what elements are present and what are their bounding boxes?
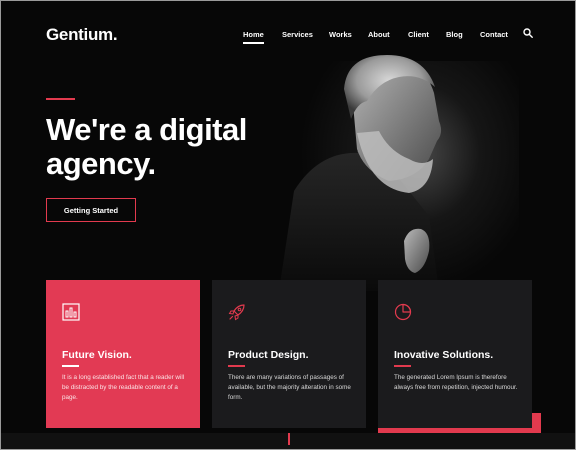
pie-chart-icon — [394, 303, 412, 321]
card-text: It is a long established fact that a rea… — [62, 374, 185, 401]
card-text: There are many variations of passages of… — [228, 374, 351, 401]
card-divider — [394, 365, 411, 367]
feature-card-product-design[interactable]: Product Design. There are many variation… — [212, 280, 366, 428]
card-title: Product Design. — [228, 349, 309, 361]
getting-started-button[interactable]: Getting Started — [46, 198, 136, 222]
nav-item-contact[interactable]: Contact — [480, 30, 508, 39]
bar-chart-icon — [62, 303, 80, 321]
feature-card-future-vision[interactable]: Future Vision. It is a long established … — [46, 280, 200, 428]
card-divider — [228, 365, 245, 367]
scroll-marker — [288, 433, 290, 445]
search-icon[interactable] — [523, 28, 533, 38]
feature-card-inovative-solutions[interactable]: Inovative Solutions. The generated Lorem… — [378, 280, 532, 428]
nav-item-services[interactable]: Services — [282, 30, 313, 39]
card-text: The generated Lorem Ipsum is therefore a… — [394, 374, 518, 391]
hero-title: We're a digital agency. — [46, 113, 306, 181]
nav-item-works[interactable]: Works — [329, 30, 352, 39]
hero-title-line2: agency. — [46, 146, 156, 181]
hero-title-line1: We're a digital — [46, 112, 247, 147]
card-title: Future Vision. — [62, 349, 132, 361]
nav-item-blog[interactable]: Blog — [446, 30, 463, 39]
card-title: Inovative Solutions. — [394, 349, 494, 361]
page: Gentium. Home Services Works About Clien… — [0, 0, 576, 450]
rocket-icon — [228, 304, 245, 321]
card-divider — [62, 365, 79, 367]
nav-item-home[interactable]: Home — [243, 30, 264, 44]
nav-item-about[interactable]: About — [368, 30, 390, 39]
hero-accent-line — [46, 98, 75, 100]
main-nav: Home Services Works About Client Blog Co… — [1, 30, 575, 44]
nav-item-client[interactable]: Client — [408, 30, 429, 39]
